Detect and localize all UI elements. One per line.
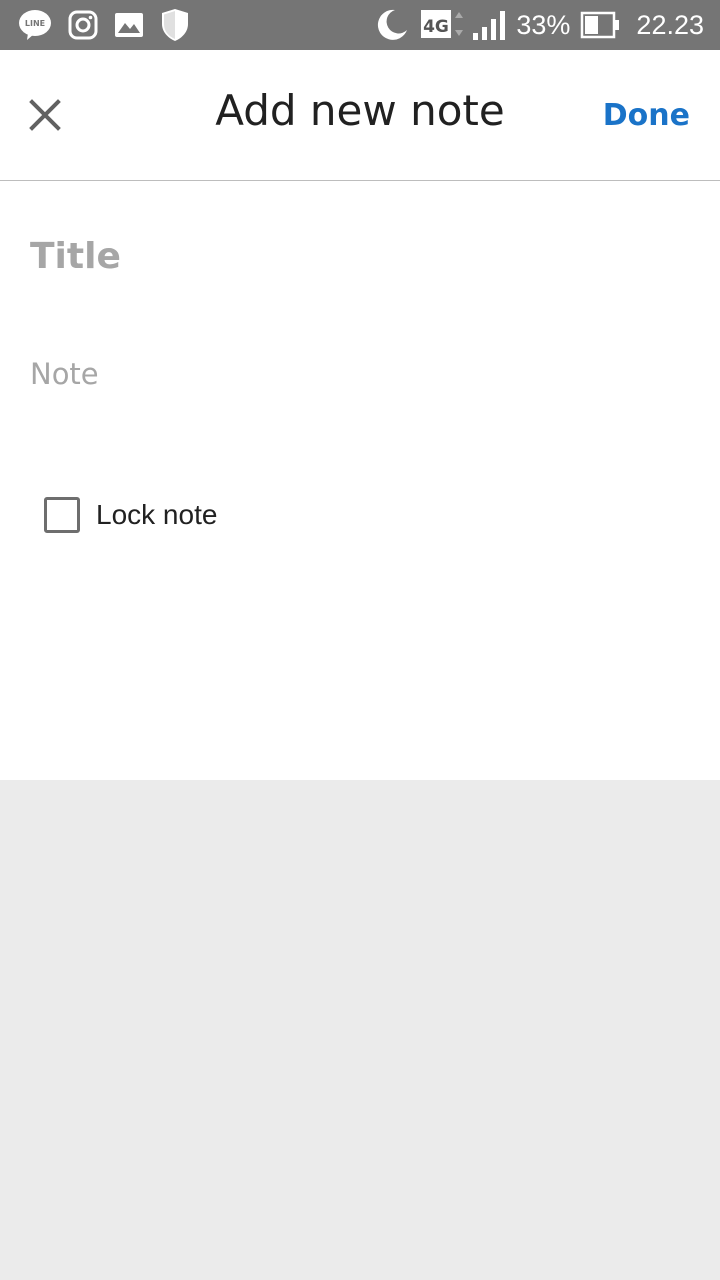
battery-percentage: 33% [516, 9, 571, 40]
status-bar-notifications: LINE [18, 6, 190, 44]
gallery-icon [114, 12, 144, 38]
status-bar-system: 4G 33% 22.23 [374, 6, 704, 44]
done-button[interactable]: Done [603, 98, 690, 133]
line-icon: LINE [18, 9, 52, 41]
network-type-label: 4G [423, 17, 449, 37]
status-bar: LINE 4G 33% 22.23 [0, 0, 720, 50]
svg-text:LINE: LINE [25, 19, 45, 28]
network-4g-icon: 4G [420, 8, 466, 42]
note-input[interactable] [30, 353, 670, 395]
lock-note-label: Lock note [96, 499, 218, 530]
close-button[interactable] [22, 92, 68, 138]
shield-icon [160, 8, 190, 42]
instagram-icon [68, 10, 98, 40]
close-icon [29, 99, 61, 131]
app-bar: Add new note Done [0, 50, 720, 181]
lock-note-checkbox[interactable] [44, 497, 80, 533]
note-editor: Lock note [0, 181, 720, 780]
lock-note-option[interactable]: Lock note [44, 495, 217, 535]
title-input[interactable] [30, 231, 670, 281]
clock: 22.23 [636, 9, 704, 40]
battery-icon [580, 11, 620, 39]
moon-icon [374, 8, 408, 42]
signal-icon [472, 9, 506, 41]
empty-background-area [0, 780, 720, 1280]
